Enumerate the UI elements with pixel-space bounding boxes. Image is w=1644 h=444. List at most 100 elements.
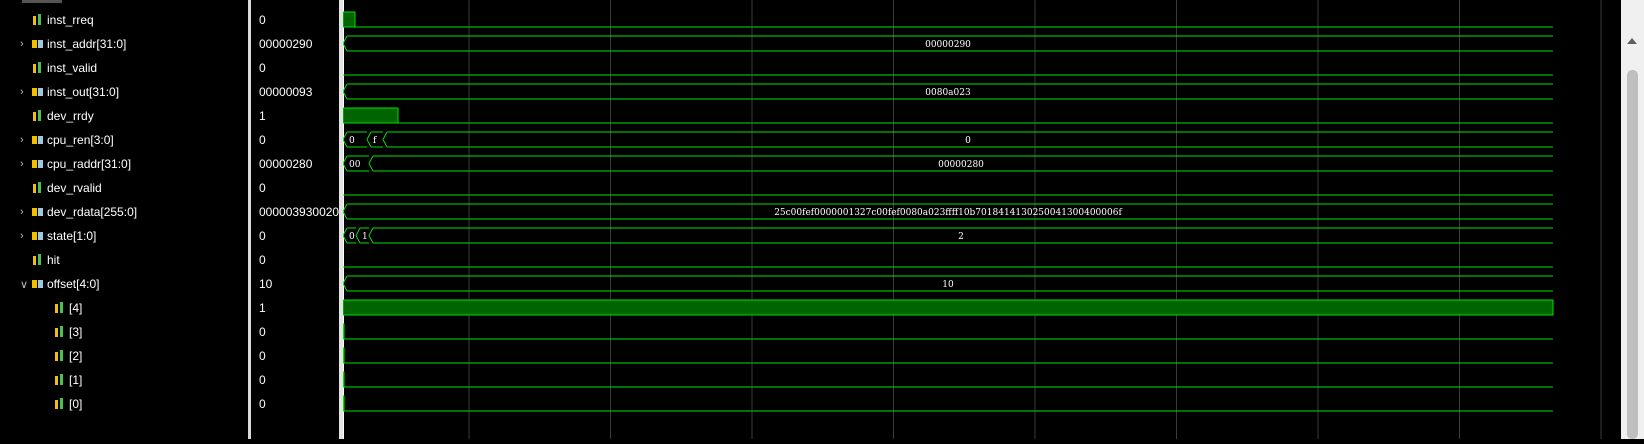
waveform-row[interactable]: 0080a023 xyxy=(342,83,1553,100)
bus-value-label: 10 xyxy=(942,280,954,290)
signal-name: offset[4:0] xyxy=(47,277,100,291)
bit-signal-icon xyxy=(54,398,66,410)
waveform-row[interactable]: 01 2 xyxy=(342,227,1553,244)
signal-value-text: 0 xyxy=(259,229,266,243)
bus-signal-icon xyxy=(32,86,44,98)
scroll-up-arrow-icon[interactable] xyxy=(1627,38,1637,44)
signal-row[interactable]: › inst_addr[31:0] xyxy=(0,32,248,57)
bus-value-label: 25c00fef0000001327c00fef0080a023ffff10b7… xyxy=(774,208,1122,218)
signal-value-panel: 0 00000290 0 00000093 1 0 00000280 0 00000393002… xyxy=(251,0,339,439)
signal-row[interactable]: dev_rrdy xyxy=(0,104,248,129)
expand-chevron-icon[interactable]: › xyxy=(20,158,24,170)
signal-row[interactable]: inst_valid xyxy=(0,56,248,81)
signal-name: hit xyxy=(47,253,60,267)
signal-row[interactable]: [3] xyxy=(0,320,248,345)
signal-row[interactable]: [2] xyxy=(0,344,248,369)
bit-high-pulse xyxy=(342,299,1554,316)
signal-row[interactable]: › dev_rdata[255:0] xyxy=(0,200,248,225)
bit-signal-icon xyxy=(32,62,44,74)
bit-signal-icon xyxy=(54,374,66,386)
signal-row[interactable]: [1] xyxy=(0,368,248,393)
expand-chevron-icon[interactable]: › xyxy=(20,38,24,50)
bit-signal-icon xyxy=(54,350,66,362)
signal-value-text: 0 xyxy=(259,13,266,27)
signal-value-text: 000003930020 xyxy=(259,205,339,219)
waveform-row[interactable]: 10 xyxy=(342,275,1553,292)
signal-row[interactable]: › cpu_ren[3:0] xyxy=(0,128,248,153)
scrollbar-thumb[interactable] xyxy=(1627,70,1638,439)
signal-value-text: 1 xyxy=(259,301,266,315)
signal-row[interactable]: [0] xyxy=(0,392,248,417)
expand-chevron-icon[interactable]: › xyxy=(20,230,24,242)
bus-value-label: 0 xyxy=(349,136,355,146)
waveform-row[interactable] xyxy=(342,347,1553,364)
signal-value-text: 0 xyxy=(259,61,266,75)
waveform-row[interactable]: 0 f 0 xyxy=(342,131,1553,148)
waveform-row[interactable] xyxy=(342,107,1553,124)
bus-signal-icon xyxy=(32,134,44,146)
signal-name: state[1:0] xyxy=(47,229,97,243)
signal-value-text: 0 xyxy=(259,349,266,363)
waveform-row[interactable] xyxy=(342,299,1554,316)
signal-row[interactable]: inst_rreq xyxy=(0,8,248,33)
bus-value-label: f xyxy=(373,136,377,146)
signal-name: dev_rvalid xyxy=(47,181,102,195)
bus-signal-icon xyxy=(32,158,44,170)
signal-name: dev_rdata[255:0] xyxy=(47,205,138,219)
bus-value-label: 0 xyxy=(349,232,355,242)
signal-row[interactable]: [4] xyxy=(0,296,248,321)
bit-signal-icon xyxy=(54,302,66,314)
signal-row[interactable]: › state[1:0] xyxy=(0,224,248,249)
collapse-chevron-icon[interactable]: ∨ xyxy=(20,278,28,291)
waveform-panel[interactable]: 00000290 0080a023 0 f 0 00 00000280 25c00fef000… xyxy=(342,0,1621,439)
waveform-row[interactable]: 00 00000280 xyxy=(342,155,1553,172)
signal-row[interactable]: hit xyxy=(0,248,248,273)
signal-name: [3] xyxy=(69,325,83,339)
waveform-row[interactable] xyxy=(342,323,1553,340)
waveform-row[interactable] xyxy=(342,395,1553,412)
waveform-row[interactable] xyxy=(342,11,1553,28)
signal-value-text: 00000280 xyxy=(259,157,313,171)
bus-segment xyxy=(342,131,367,148)
vertical-scrollbar[interactable] xyxy=(1621,0,1644,439)
bit-signal-icon xyxy=(54,326,66,338)
signal-row[interactable]: ∨ offset[4:0] xyxy=(0,272,248,297)
waveform-row[interactable] xyxy=(342,371,1553,388)
signal-name: cpu_ren[3:0] xyxy=(47,133,114,147)
signal-name: [0] xyxy=(69,397,83,411)
signal-row[interactable]: › inst_out[31:0] xyxy=(0,80,248,105)
bit-signal-icon xyxy=(32,182,44,194)
bus-value-label: 00000280 xyxy=(938,160,984,170)
signal-value-text: 0 xyxy=(259,133,266,147)
signal-value-text: 00000290 xyxy=(259,37,313,51)
signal-name: inst_valid xyxy=(47,61,98,75)
signal-row[interactable]: dev_rvalid xyxy=(0,176,248,201)
bit-signal-icon xyxy=(32,14,44,26)
expand-chevron-icon[interactable]: › xyxy=(20,206,24,218)
signal-name: [4] xyxy=(69,301,83,315)
signal-name: inst_out[31:0] xyxy=(47,85,120,99)
signal-value-text: 00000093 xyxy=(259,85,313,99)
bus-value-label: 0 xyxy=(965,136,971,146)
bus-value-label: 1 xyxy=(362,232,368,242)
bus-signal-icon xyxy=(32,38,44,50)
bus-signal-icon xyxy=(32,206,44,218)
bit-high-pulse xyxy=(342,323,345,340)
expand-chevron-icon[interactable]: › xyxy=(20,134,24,146)
bus-value-label: 00 xyxy=(349,160,361,170)
signal-name: dev_rrdy xyxy=(47,109,94,123)
waveform-canvas[interactable]: 000002900080a0230 f 000 0000028025c00fef000… xyxy=(342,0,1621,439)
bit-high-pulse xyxy=(342,347,345,364)
signal-row[interactable]: › cpu_raddr[31:0] xyxy=(0,152,248,177)
waveform-row[interactable]: 00000290 xyxy=(342,35,1553,52)
waveform-row[interactable]: 25c00fef0000001327c00fef0080a023ffff10b7… xyxy=(342,203,1553,220)
bit-signal-icon xyxy=(32,254,44,266)
bus-value-label: 00000290 xyxy=(925,40,971,50)
signal-name: inst_rreq xyxy=(47,13,94,27)
signal-value-text: 0 xyxy=(259,253,266,267)
bit-high-pulse xyxy=(342,107,399,124)
bit-high-pulse xyxy=(342,395,345,412)
expand-chevron-icon[interactable]: › xyxy=(20,86,24,98)
bus-signal-icon xyxy=(32,278,44,290)
signal-value-text: 1 xyxy=(259,109,266,123)
